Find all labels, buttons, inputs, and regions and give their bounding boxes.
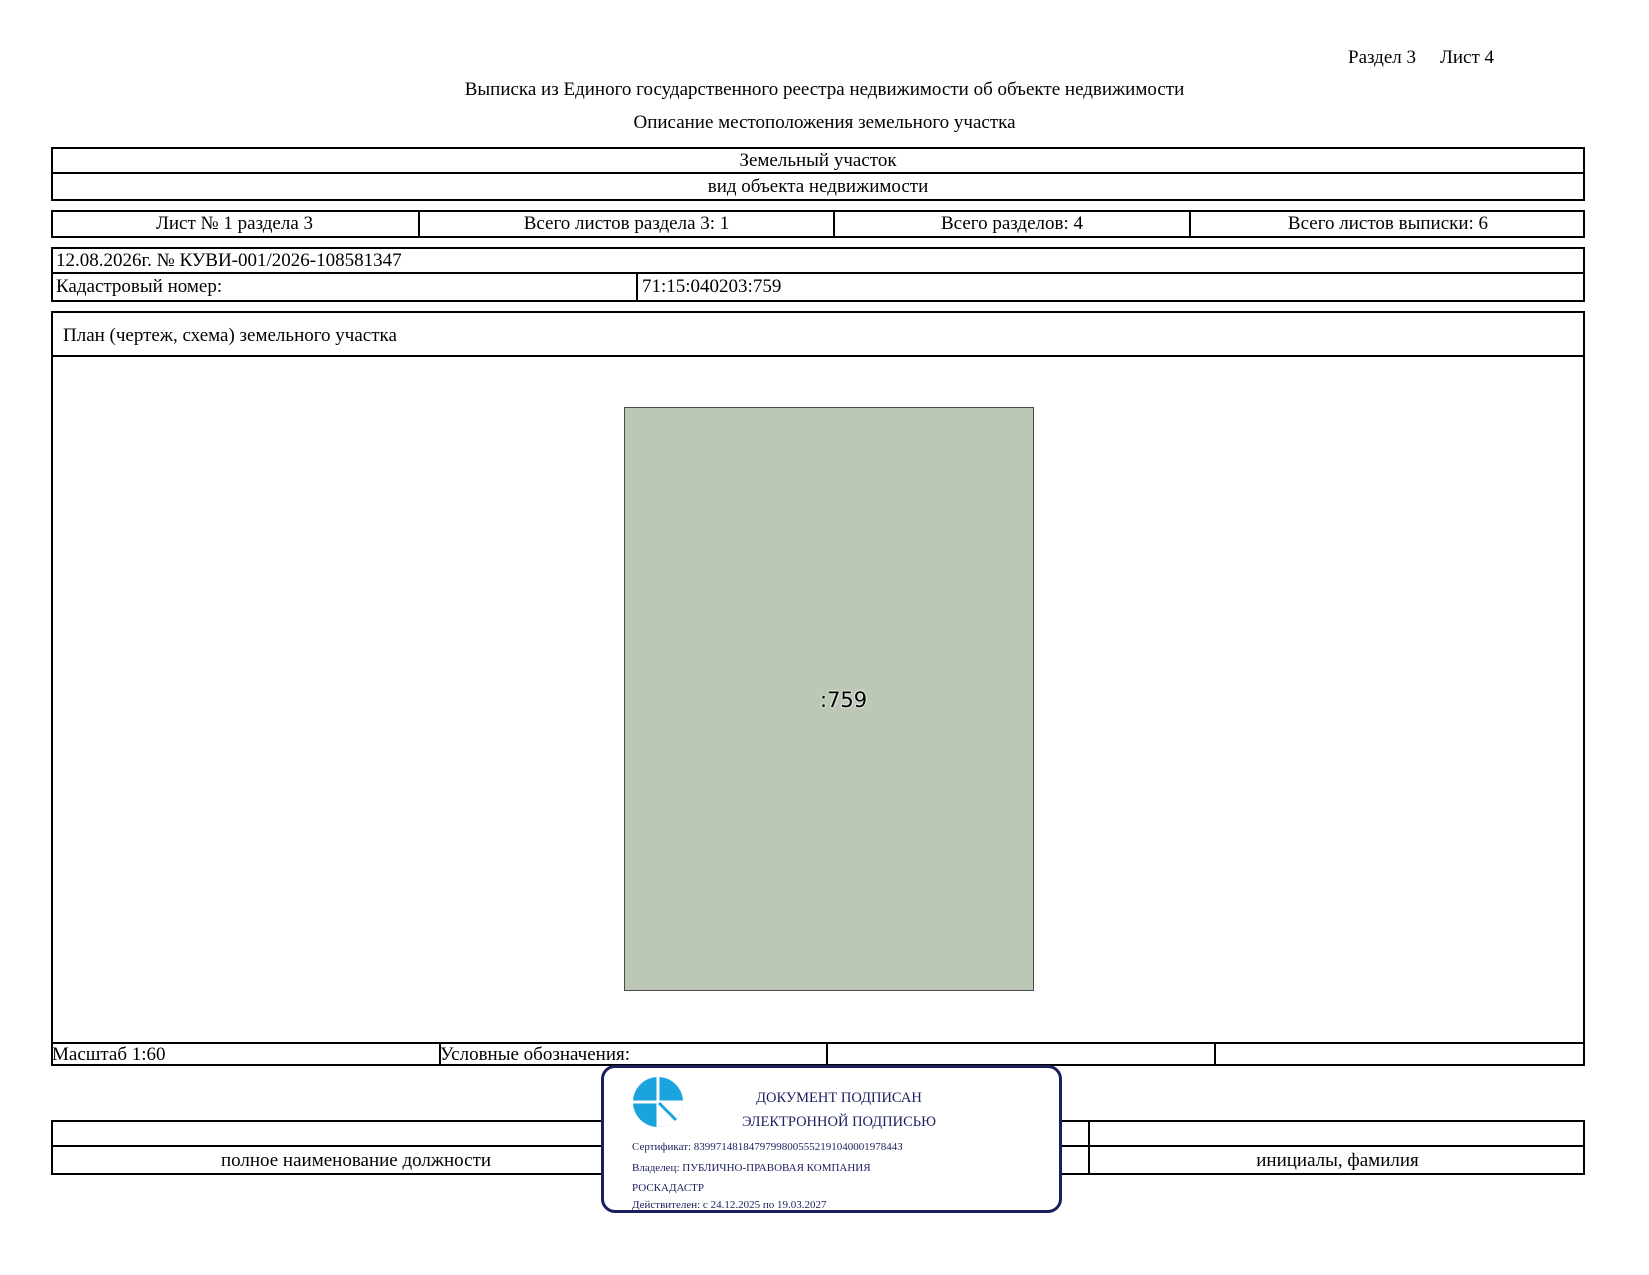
divider [51, 1042, 1585, 1044]
divider [1214, 1042, 1216, 1066]
stamp-owner: Владелец: ПУБЛИЧНО-ПРАВОВАЯ КОМПАНИЯ [632, 1162, 871, 1174]
divider [826, 1042, 828, 1066]
electronic-signature-stamp: ДОКУМЕНТ ПОДПИСАН ЭЛЕКТРОННОЙ ПОДПИСЬЮ С… [601, 1065, 1062, 1213]
total-extract-sheets: Всего листов выписки: 6 [1287, 213, 1489, 234]
object-type-value: Земельный участок [739, 150, 897, 171]
section-label: Раздел 3 [1348, 47, 1416, 68]
scale-label: Масштаб 1:60 [52, 1044, 166, 1065]
legend-label: Условные обозначения: [440, 1044, 631, 1065]
stamp-line1: ДОКУМЕНТ ПОДПИСАН [756, 1090, 922, 1106]
cadastral-number-value: 71:15:040203:759 [642, 276, 782, 297]
record-date-number: 12.08.2026г. № КУВИ-001/2026-108581347 [56, 250, 402, 271]
stamp-owner-name: РОСКАДАСТР [632, 1182, 705, 1194]
page: { "header": { "section": "Раздел 3", "sh… [0, 0, 1649, 1275]
stamp-validity: Действителен: с 24.12.2025 по 19.03.2027 [632, 1199, 827, 1211]
parcel-label: :759 [820, 688, 868, 712]
document-subtitle: Описание местоположения земельного участ… [633, 112, 1016, 133]
divider [51, 355, 1585, 357]
stamp-line2: ЭЛЕКТРОННОЙ ПОДПИСЬЮ [741, 1114, 937, 1130]
roskadastr-logo-icon [632, 1076, 684, 1128]
document-title: Выписка из Единого государственного реес… [464, 79, 1185, 100]
total-section-sheets: Всего листов раздела 3: 1 [523, 213, 730, 234]
cadastral-number-label: Кадастровый номер: [56, 276, 223, 297]
plan-heading: План (чертеж, схема) земельного участка [63, 325, 397, 346]
stamp-certificate: Сертификат: 8399714818479799800555219104… [632, 1141, 903, 1153]
divider [636, 272, 638, 302]
sheet-label: Лист 4 [1440, 47, 1495, 68]
total-sections: Всего разделов: 4 [940, 213, 1084, 234]
position-caption: полное наименование должности [220, 1150, 492, 1171]
sheet-number: Лист № 1 раздела 3 [155, 213, 314, 234]
name-caption: инициалы, фамилия [1256, 1150, 1419, 1171]
object-type-caption: вид объекта недвижимости [707, 176, 929, 197]
